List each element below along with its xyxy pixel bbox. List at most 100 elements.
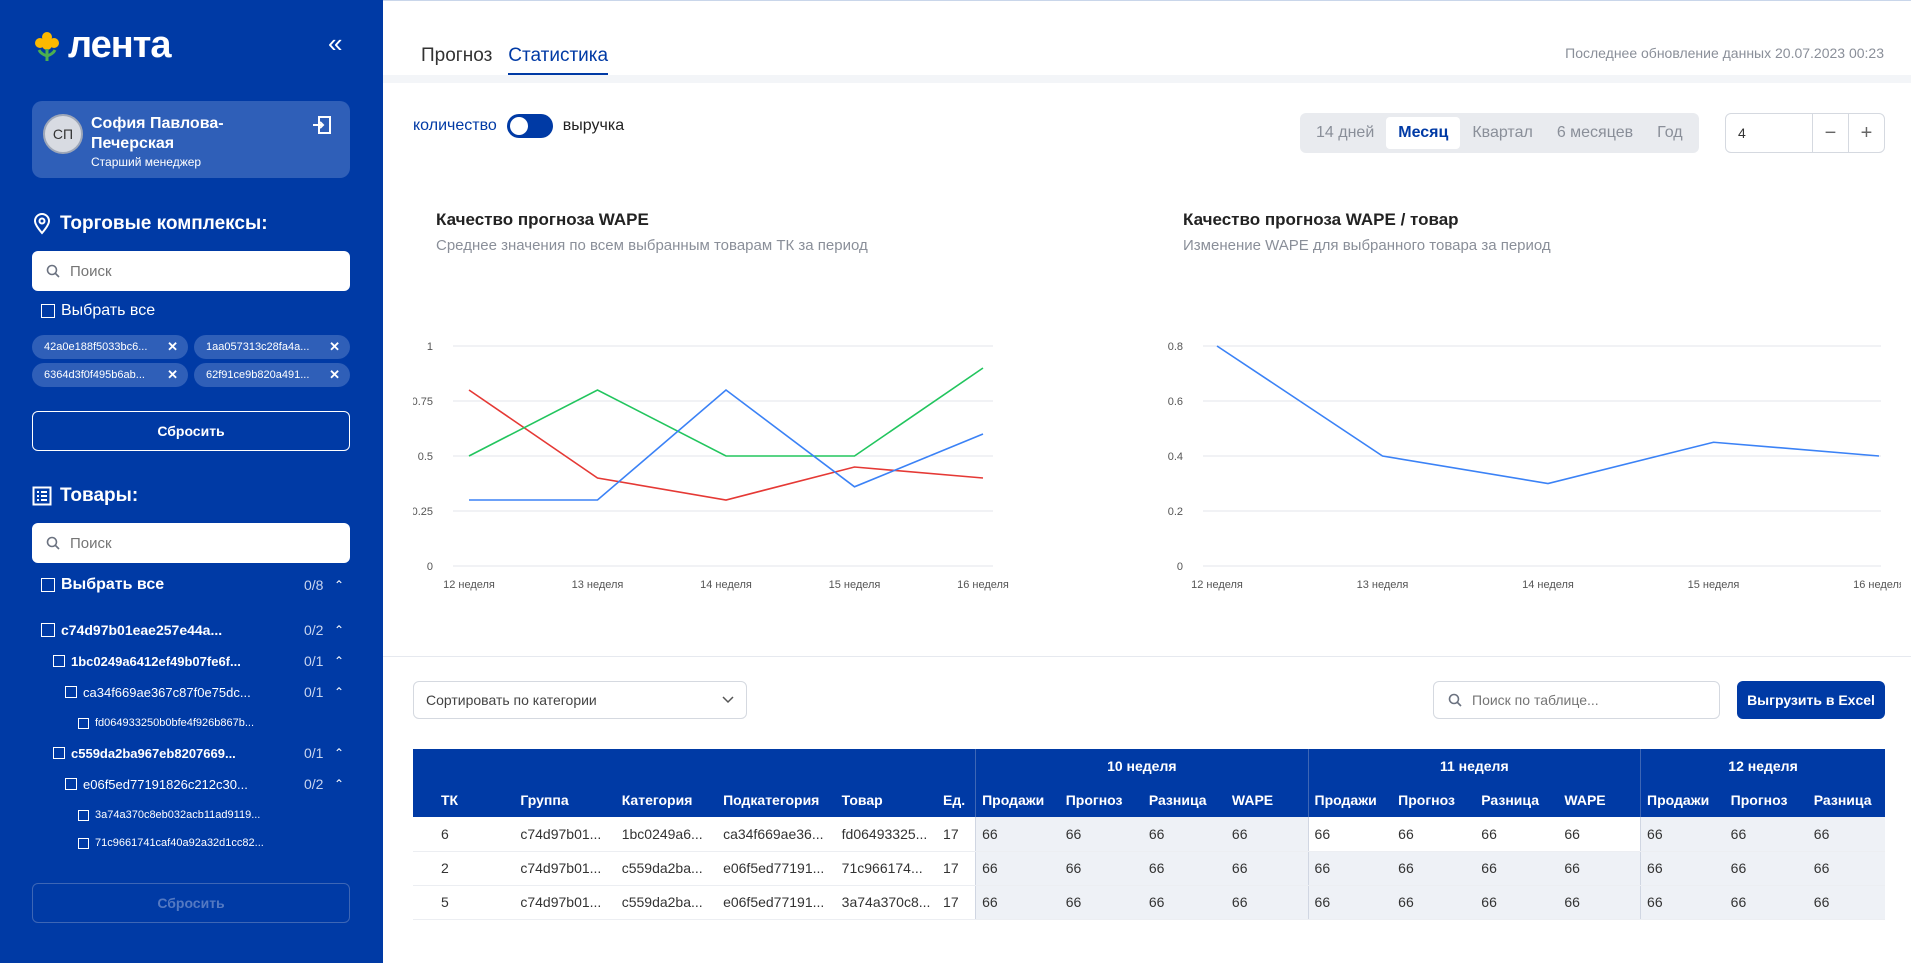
table-row[interactable]: 6 c74d97b01... 1bc0249a6... ca34f669ae36...… (413, 817, 1885, 852)
tree-checkbox[interactable] (65, 686, 77, 698)
tab-statistics[interactable]: Статистика (508, 45, 609, 75)
tree-checkbox[interactable] (53, 655, 65, 667)
period-quarter[interactable]: Квартал (1460, 117, 1544, 149)
table-row[interactable]: 5 c74d97b01... c559da2ba... e06f5ed77191...… (413, 885, 1885, 920)
chevron-up-icon[interactable]: ⌃ (334, 578, 344, 592)
tree-count: 0/1 (304, 684, 324, 700)
column-header[interactable]: Ед. (937, 783, 976, 817)
tree-item-select-all[interactable]: Выбрать все 0/8 ⌃ (0, 573, 383, 597)
stores-search-field[interactable] (70, 262, 320, 280)
tree-leaf[interactable]: 3a74a370c8eb032acb11ad9119... (0, 803, 383, 827)
chevron-up-icon[interactable]: ⌃ (334, 777, 344, 791)
y-tick-label: 1 (427, 341, 433, 353)
chart-wape-item-subtitle: Изменение WAPE для выбранного товара за … (1183, 237, 1551, 254)
column-header[interactable]: Продажи (1307, 783, 1393, 817)
close-icon[interactable]: ✕ (329, 339, 340, 355)
column-header[interactable]: Разница (1475, 783, 1559, 817)
column-header[interactable]: Категория (615, 783, 718, 817)
close-icon[interactable]: ✕ (329, 367, 340, 383)
tree-checkbox[interactable] (41, 578, 55, 592)
metric-toggle[interactable] (506, 114, 553, 138)
table-cell-value: 66 (1392, 851, 1476, 886)
logout-icon[interactable] (312, 115, 332, 141)
tab-forecast[interactable]: Прогноз (421, 45, 492, 75)
period-6-months[interactable]: 6 месяцев (1545, 117, 1645, 149)
tree-leaf[interactable]: 71c9661741caf40a92a32d1cc82... (0, 831, 383, 855)
table-cell-value: 66 (1142, 817, 1226, 852)
table-cell-value: 66 (1225, 885, 1309, 920)
period-14-days[interactable]: 14 дней (1304, 117, 1386, 149)
store-chip[interactable]: 42a0e188f5033bc6... ✕ (32, 335, 188, 359)
column-header[interactable]: Прогноз (1392, 783, 1476, 817)
table-cell-value: 66 (1059, 885, 1143, 920)
tree-count: 0/2 (304, 622, 324, 638)
tree-item[interactable]: c559da2ba967eb8207669... 0/1 ⌃ (0, 741, 383, 765)
tree-checkbox[interactable] (65, 778, 77, 790)
store-chip[interactable]: 1aa057313c28fa4a... ✕ (194, 335, 350, 359)
column-header[interactable]: Товар (835, 783, 938, 817)
table-cell-value: 66 (1475, 885, 1559, 920)
stores-select-all[interactable]: Выбрать все (41, 302, 155, 320)
table-cell-value: 66 (975, 817, 1060, 852)
column-header[interactable]: Группа (514, 783, 616, 817)
table-row[interactable]: 2 c74d97b01... c559da2ba... e06f5ed77191...… (413, 851, 1885, 886)
goods-search-field[interactable] (70, 534, 320, 552)
table-search-input[interactable] (1433, 681, 1720, 719)
sort-dropdown[interactable]: Сортировать по категории (413, 681, 747, 719)
close-icon[interactable]: ✕ (167, 339, 178, 355)
x-tick-label: 12 неделя (443, 579, 495, 591)
period-month[interactable]: Месяц (1386, 117, 1461, 149)
goods-search-input[interactable] (32, 523, 350, 563)
stepper-value[interactable]: 4 (1726, 125, 1812, 141)
minus-icon[interactable]: − (1812, 114, 1848, 152)
period-selector: 14 дней Месяц Квартал 6 месяцев Год (1300, 113, 1699, 153)
goods-reset-button[interactable]: Сбросить (32, 883, 350, 923)
toggle-knob (509, 117, 528, 135)
user-card: СП София Павлова-Печерская Старший менед… (32, 101, 350, 178)
column-header[interactable]: Разница (1142, 783, 1226, 817)
tree-checkbox[interactable] (53, 747, 65, 759)
column-header[interactable]: Разница (1807, 783, 1885, 817)
stores-reset-button[interactable]: Сбросить (32, 411, 350, 451)
column-header[interactable]: Прогноз (1724, 783, 1808, 817)
tree-item[interactable]: 1bc0249a6412ef49b07fe6f... 0/1 ⌃ (0, 649, 383, 673)
weeks-stepper[interactable]: 4 − + (1725, 113, 1885, 153)
table-cell-value: 66 (1392, 817, 1476, 852)
column-header[interactable]: WAPE (1558, 783, 1641, 817)
table-cell-value: 66 (975, 851, 1060, 886)
column-header[interactable]: WAPE (1225, 783, 1309, 817)
collapse-sidebar-icon[interactable]: « (328, 30, 342, 56)
y-tick-label: 0 (1177, 561, 1183, 573)
column-header[interactable]: Прогноз (1059, 783, 1143, 817)
column-header[interactable]: ТК (413, 783, 515, 817)
select-all-checkbox[interactable] (41, 304, 55, 318)
lenta-logo[interactable]: лента (32, 24, 171, 67)
week-header: 11 неделя (1307, 749, 1641, 783)
chevron-up-icon[interactable]: ⌃ (334, 685, 344, 699)
export-excel-button[interactable]: Выгрузить в Excel (1737, 681, 1885, 719)
tree-checkbox[interactable] (78, 837, 89, 849)
period-year[interactable]: Год (1645, 117, 1694, 149)
tree-count: 0/2 (304, 776, 324, 792)
plus-icon[interactable]: + (1848, 114, 1884, 152)
column-header[interactable]: Продажи (975, 783, 1060, 817)
close-icon[interactable]: ✕ (167, 367, 178, 383)
chevron-up-icon[interactable]: ⌃ (334, 623, 344, 637)
chevron-up-icon[interactable]: ⌃ (334, 654, 344, 668)
column-header[interactable]: Продажи (1640, 783, 1725, 817)
y-tick-label: 0.75 (413, 396, 433, 408)
tree-item[interactable]: c74d97b01eae257e44a... 0/2 ⌃ (0, 618, 383, 642)
store-chip[interactable]: 6364d3f0f495b6ab... ✕ (32, 363, 188, 387)
tree-checkbox[interactable] (78, 809, 89, 821)
column-header[interactable]: Подкатегория (717, 783, 836, 817)
tree-checkbox[interactable] (41, 623, 55, 637)
tree-item[interactable]: e06f5ed77191826c212c30... 0/2 ⌃ (0, 772, 383, 796)
table-search-field[interactable] (1472, 692, 1692, 708)
tree-checkbox[interactable] (78, 717, 89, 729)
stores-search-input[interactable] (32, 251, 350, 291)
table-cell-value: 66 (1142, 851, 1226, 886)
chevron-up-icon[interactable]: ⌃ (334, 746, 344, 760)
tree-item[interactable]: ca34f669ae367c87f0e75dc... 0/1 ⌃ (0, 680, 383, 704)
store-chip[interactable]: 62f91ce9b820a491... ✕ (194, 363, 350, 387)
tree-leaf[interactable]: fd064933250b0bfe4f926b867b... (0, 711, 383, 735)
